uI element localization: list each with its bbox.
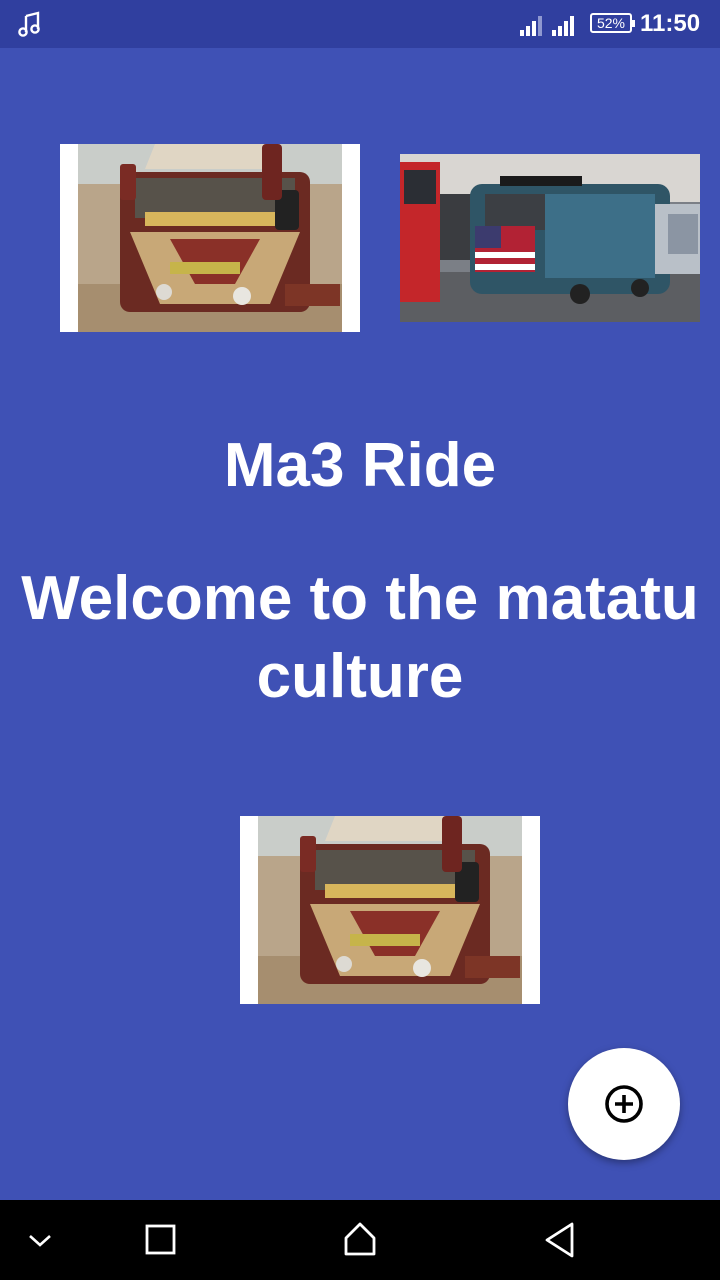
cell-signal-icon <box>552 16 574 36</box>
status-bar: 52% 11:50 <box>0 0 720 48</box>
add-fab-button[interactable] <box>568 1048 680 1160</box>
navigation-bar <box>0 1200 720 1280</box>
matatu-front-photo <box>60 144 360 332</box>
battery-icon: 52% <box>590 13 635 33</box>
recents-square-icon[interactable] <box>138 1218 182 1262</box>
welcome-text: Welcome to the matatu culture <box>21 564 699 711</box>
cell-signal-icon <box>520 16 542 36</box>
chevron-down-icon[interactable] <box>18 1218 62 1262</box>
status-time: 11:50 <box>640 10 701 37</box>
app-title: Ma3 Ride <box>223 431 497 500</box>
matatu-front-photo <box>240 816 540 1004</box>
home-icon[interactable] <box>338 1218 382 1262</box>
app-screen: 52% 11:50 Ma3 Ride Welcome to the matatu… <box>0 0 720 1280</box>
back-triangle-icon[interactable] <box>538 1218 582 1262</box>
matatu-street-photo <box>400 154 700 322</box>
music-note-icon <box>18 11 40 37</box>
add-circle-icon <box>605 1085 643 1123</box>
